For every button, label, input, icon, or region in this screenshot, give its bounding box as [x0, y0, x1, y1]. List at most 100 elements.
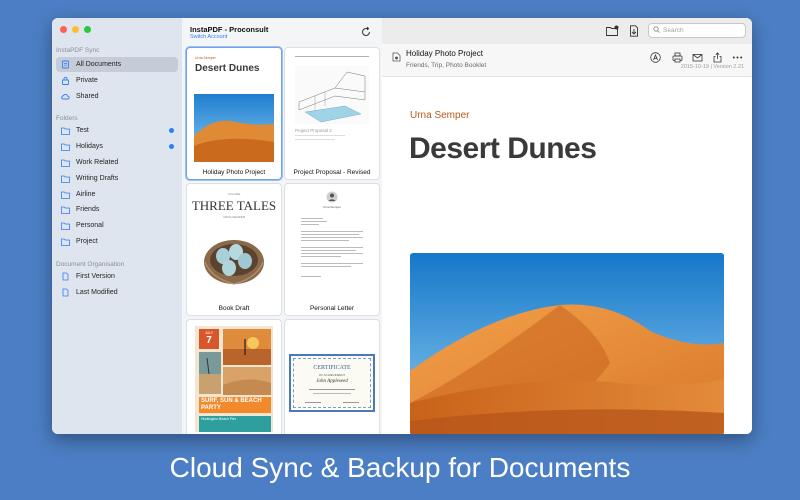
sidebar-item-shared[interactable]: Shared [56, 89, 178, 104]
thumb-line [301, 250, 356, 251]
certificate-thumbnail: CERTIFICATE OF ACHIEVEMENT John Applesee… [289, 354, 375, 412]
minimize-window-button[interactable] [72, 26, 79, 33]
sunset-surfer-photo [223, 329, 271, 365]
org-section-title: Document Organisation [56, 261, 125, 268]
thumb-day: 7 [206, 335, 212, 346]
folder-icon [61, 190, 70, 199]
card-label: Book Draft [218, 305, 250, 312]
sand-photo [223, 367, 271, 395]
document-viewer: Search Holiday Photo Project Friends, Tr… [382, 18, 752, 434]
doc-modified-icon [61, 288, 70, 297]
document-author: Urna Semper [410, 110, 470, 121]
document-card-personal-letter[interactable]: Urna Semper Personal Letter [284, 183, 380, 316]
folder-icon [61, 142, 70, 151]
share-icon[interactable] [712, 50, 723, 63]
sync-section-title: InstaPDF Sync [56, 47, 100, 54]
sidebar-item-label: Test [76, 127, 89, 134]
lock-icon [61, 76, 70, 85]
sidebar-item-friends[interactable]: Friends [56, 202, 178, 217]
thumb-line [295, 139, 335, 140]
switch-account-link[interactable]: Switch Account [190, 34, 227, 40]
thumb-title: Desert Dunes [195, 63, 260, 74]
sidebar-item-personal[interactable]: Personal [56, 218, 178, 233]
sidebar-item-label: Friends [76, 206, 100, 213]
sidebar-item-label: All Documents [76, 61, 122, 68]
thumb-line [301, 231, 363, 232]
thumb-line [301, 237, 363, 238]
document-title: Holiday Photo Project [406, 49, 483, 58]
document-list: InstaPDF - Proconsult Switch Account Urn… [182, 18, 383, 434]
thumb-name: John Appleseed [316, 379, 348, 384]
card-label: Holiday Photo Project [202, 169, 266, 176]
thumb-text: Project Proposal 2 [295, 128, 332, 133]
thumb-author: URNA SEMPER [223, 215, 245, 219]
card-label: Personal Letter [309, 305, 355, 312]
sidebar-item-label: Last Modified [76, 289, 118, 296]
zoom-window-button[interactable] [84, 26, 91, 33]
sidebar-item-label: Project [76, 238, 98, 245]
thumb-line [301, 221, 327, 222]
app-window: InstaPDF Sync All Documents Private Shar… [52, 18, 752, 434]
sidebar-item-work-related[interactable]: Work Related [56, 155, 178, 170]
portrait-thumbnail [326, 191, 338, 203]
date-badge: JULY 7 [199, 329, 219, 349]
thumb-title: CERTIFICATE [313, 365, 351, 371]
thumb-line [301, 276, 321, 277]
new-folder-icon[interactable] [606, 24, 619, 36]
thumb-title: THREE TALES [191, 198, 277, 213]
window-controls [60, 26, 91, 33]
thumb-line [305, 402, 321, 403]
mail-icon[interactable] [692, 50, 703, 62]
refresh-icon[interactable] [360, 25, 372, 37]
annotate-icon[interactable] [650, 50, 661, 63]
thumb-line [301, 263, 363, 264]
thumb-author: Urna Semper [195, 56, 216, 60]
search-icon [653, 26, 660, 35]
sidebar-item-label: Holidays [76, 143, 103, 150]
sidebar-item-first-version[interactable]: First Version [56, 269, 178, 284]
unread-dot [169, 144, 174, 149]
document-card-holiday-photo-project[interactable]: Urna Semper Desert Dunes Holiday Photo P… [186, 47, 282, 180]
thumb-line [301, 234, 359, 235]
sidebar-item-last-modified[interactable]: Last Modified [56, 285, 178, 300]
import-document-icon[interactable] [628, 24, 640, 37]
more-options-icon[interactable] [732, 50, 743, 61]
thumb-line [301, 240, 349, 241]
sidebar-item-all-documents[interactable]: All Documents [56, 57, 178, 72]
document-header: Holiday Photo Project Friends, Trip, Pho… [382, 44, 752, 77]
document-card-certificate[interactable]: CERTIFICATE OF ACHIEVEMENT John Applesee… [284, 319, 380, 434]
sidebar-item-project[interactable]: Project [56, 234, 178, 249]
sidebar-item-label: Writing Drafts [76, 175, 119, 182]
sidebar-item-label: First Version [76, 273, 115, 280]
print-icon[interactable] [672, 50, 683, 63]
thumb-line [343, 402, 359, 403]
search-input[interactable]: Search [648, 23, 746, 38]
close-window-button[interactable] [60, 26, 67, 33]
nest-eggs-thumbnail [204, 240, 264, 285]
sidebar-item-label: Airline [76, 191, 96, 198]
document-card-project-proposal[interactable]: Project Proposal 2 Project Proposal - Re… [284, 47, 380, 180]
document-card-book-draft[interactable]: VOLUME THREE TALES URNA SEMPER Book Draf… [186, 183, 282, 316]
document-page: Urna Semper Desert Dunes [382, 76, 752, 434]
unread-dot [169, 128, 174, 133]
sidebar-item-test[interactable]: Test [56, 123, 178, 138]
thumb-line [301, 256, 341, 257]
sidebar-item-label: Work Related [76, 159, 119, 166]
thumb-sub: OF ACHIEVEMENT [318, 373, 346, 377]
architecture-sketch-thumbnail [295, 66, 369, 124]
document-type-icon [392, 49, 401, 67]
thumb-line [295, 135, 345, 136]
folder-icon [61, 158, 70, 167]
sidebar-item-airline[interactable]: Airline [56, 187, 178, 202]
sidebar-item-label: Shared [76, 93, 99, 100]
document-tags: Friends, Trip, Photo Booklet [406, 62, 487, 69]
sidebar-item-holidays[interactable]: Holidays [56, 139, 178, 154]
thumb-kicker: VOLUME [227, 192, 241, 196]
sidebar-item-writing-drafts[interactable]: Writing Drafts [56, 171, 178, 186]
document-card-beach-party[interactable]: JULY 7 SURF, SUN & BEACH PARTY Huntingto… [186, 319, 282, 434]
doc-version-icon [61, 272, 70, 281]
thumb-line [301, 266, 351, 267]
thumb-line [309, 389, 355, 390]
sidebar-item-private[interactable]: Private [56, 73, 178, 88]
thumb-line [313, 393, 351, 394]
